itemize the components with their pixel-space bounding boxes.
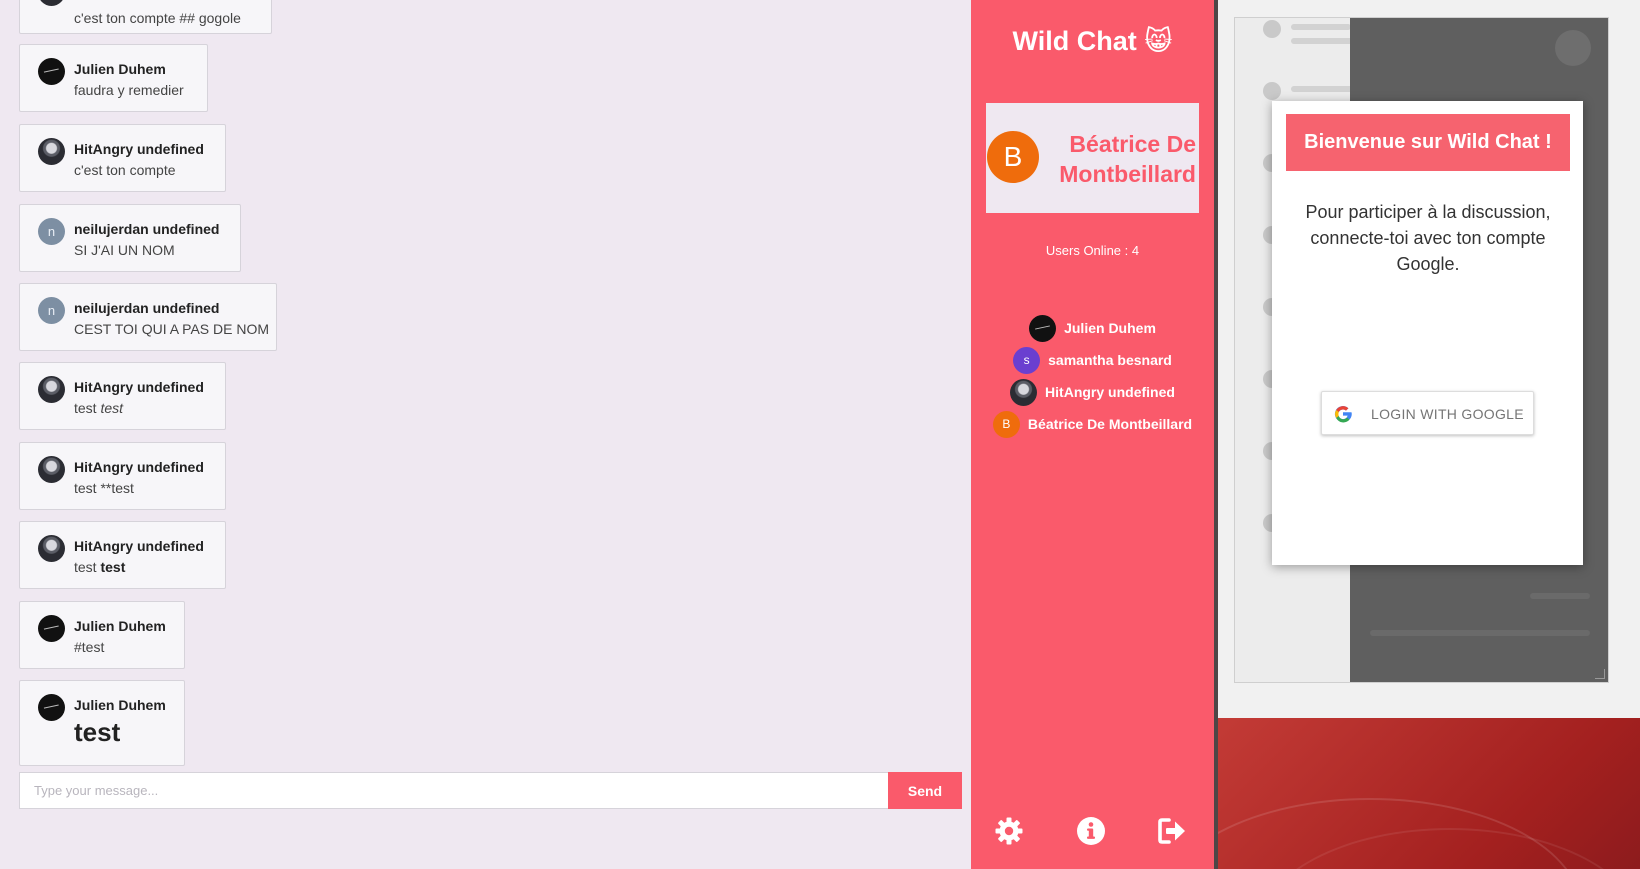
message-text: c'est ton compte bbox=[74, 162, 176, 178]
user-avatar bbox=[38, 694, 65, 721]
ghost-line bbox=[1530, 593, 1590, 599]
current-user-card: B Béatrice De Montbeillard bbox=[986, 103, 1199, 213]
message-author: neilujerdan undefined bbox=[74, 221, 220, 237]
ghost-line bbox=[1291, 24, 1351, 30]
resize-grip[interactable] bbox=[1595, 669, 1605, 679]
message-author: Julien Duhem bbox=[74, 618, 166, 634]
message-text-italic: test bbox=[100, 400, 124, 416]
message-card: HitAngry undefined test **test bbox=[19, 442, 226, 510]
message-card: HitAngry undefined test test bbox=[19, 362, 226, 430]
app-title: Wild Chat 😸 bbox=[1012, 26, 1173, 56]
message-card: n neilujerdan undefined SI J'AI UN NOM bbox=[19, 204, 241, 272]
message-input[interactable] bbox=[19, 772, 889, 809]
message-card: Julien Duhem faudra y remedier bbox=[19, 44, 208, 112]
modal-text: Pour participer à la discussion, connect… bbox=[1305, 202, 1551, 274]
users-online-count: Users Online : 4 bbox=[1045, 243, 1140, 258]
preview-window: Bienvenue sur Wild Chat ! Pour participe… bbox=[1218, 0, 1640, 869]
message-card: c'est ton compte ## gogole bbox=[19, 0, 272, 34]
user-avatar bbox=[38, 0, 65, 6]
message-text: test test bbox=[74, 556, 207, 578]
user-avatar bbox=[38, 456, 65, 483]
login-modal: Bienvenue sur Wild Chat ! Pour participe… bbox=[1272, 101, 1583, 565]
message-text-bold: test bbox=[100, 559, 126, 575]
online-user-item: B Béatrice De Montbeillard bbox=[971, 408, 1214, 440]
user-avatar: n bbox=[38, 297, 65, 324]
online-user-name: HitAngry undefined bbox=[1045, 384, 1175, 400]
ghost-line bbox=[1370, 630, 1590, 636]
send-button[interactable]: Send bbox=[888, 772, 962, 809]
message-author: HitAngry undefined bbox=[74, 538, 204, 554]
user-avatar: s bbox=[1013, 346, 1041, 374]
message-text: faudra y remedier bbox=[74, 82, 184, 98]
message-card: HitAngry undefined c'est ton compte bbox=[19, 124, 226, 192]
message-composer: Send bbox=[19, 772, 962, 809]
user-avatar bbox=[1029, 314, 1057, 342]
message-author: Julien Duhem bbox=[74, 697, 166, 713]
online-user-item: HitAngry undefined bbox=[971, 376, 1214, 408]
ghost-avatar bbox=[1555, 30, 1591, 66]
sign-out-icon[interactable] bbox=[1157, 816, 1187, 846]
user-avatar bbox=[38, 535, 65, 562]
message-card: Julien Duhem test bbox=[19, 680, 185, 766]
online-user-item: Julien Duhem bbox=[971, 312, 1214, 344]
message-author: Julien Duhem bbox=[74, 61, 166, 77]
ghost-avatar bbox=[1263, 20, 1281, 38]
login-with-google-button[interactable]: LOGIN WITH GOOGLE bbox=[1321, 391, 1534, 435]
user-avatar: B bbox=[992, 410, 1020, 438]
gear-icon[interactable] bbox=[994, 816, 1024, 846]
message-card: HitAngry undefined test test bbox=[19, 521, 226, 589]
google-icon bbox=[1334, 406, 1352, 423]
modal-title: Bienvenue sur Wild Chat ! bbox=[1286, 114, 1570, 171]
message-text: test test bbox=[74, 397, 207, 419]
message-author: HitAngry undefined bbox=[74, 459, 204, 475]
user-avatar bbox=[38, 376, 65, 403]
ghost-avatar bbox=[1263, 82, 1281, 100]
sidebar: Wild Chat 😸 B Béatrice De Montbeillard U… bbox=[971, 0, 1214, 869]
online-user-name: Béatrice De Montbeillard bbox=[1027, 416, 1193, 432]
user-avatar: n bbox=[38, 218, 65, 245]
online-user-list: Julien Duhem s samantha besnard HitAngry… bbox=[971, 312, 1214, 440]
message-text: c'est ton compte ## gogole bbox=[74, 10, 241, 26]
message-card: Julien Duhem #test bbox=[19, 601, 185, 669]
user-avatar bbox=[38, 615, 65, 642]
message-author: HitAngry undefined bbox=[74, 379, 204, 395]
online-user-name: samantha besnard bbox=[1048, 352, 1172, 368]
user-avatar bbox=[1010, 378, 1038, 406]
message-text-plain: test bbox=[74, 400, 101, 416]
message-text: CEST TOI QUI A PAS DE NOM bbox=[74, 321, 270, 337]
message-text-plain: test bbox=[74, 559, 101, 575]
user-avatar bbox=[38, 138, 65, 165]
current-user-name: Béatrice De Montbeillard bbox=[1059, 131, 1196, 187]
message-author: HitAngry undefined bbox=[74, 141, 204, 157]
message-author: neilujerdan undefined bbox=[74, 300, 220, 316]
info-icon[interactable] bbox=[1076, 816, 1106, 846]
current-user-avatar: B bbox=[987, 131, 1039, 183]
sidebar-footer bbox=[971, 816, 1214, 846]
online-user-name: Julien Duhem bbox=[1064, 320, 1156, 336]
message-text: test **test bbox=[74, 480, 134, 496]
chat-panel: c'est ton compte ## gogole Julien Duhem … bbox=[0, 0, 971, 869]
desktop-wallpaper bbox=[1218, 718, 1640, 869]
message-text: test bbox=[74, 717, 121, 747]
message-text: #test bbox=[74, 639, 105, 655]
login-with-google-label: LOGIN WITH GOOGLE bbox=[1371, 406, 1524, 422]
message-text: SI J'AI UN NOM bbox=[74, 242, 175, 258]
message-card: n neilujerdan undefined CEST TOI QUI A P… bbox=[19, 283, 277, 351]
online-user-item: s samantha besnard bbox=[971, 344, 1214, 376]
user-avatar bbox=[38, 58, 65, 85]
